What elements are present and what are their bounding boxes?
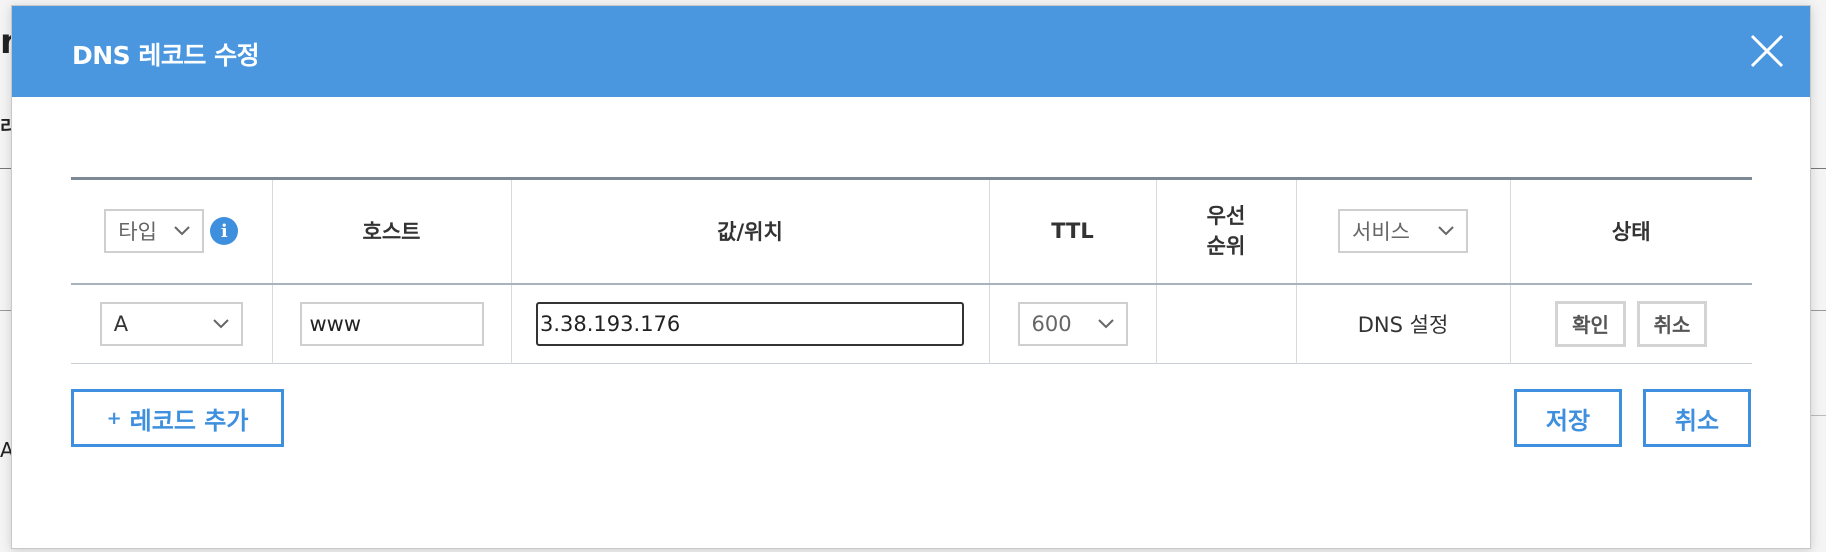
row-confirm-button[interactable]: 확인 — [1555, 300, 1626, 347]
value-input-value: 3.38.193.176 — [540, 311, 681, 336]
dialog-title: DNS 레코드 수정 — [72, 41, 260, 70]
header-priority: 우선 순위 — [1156, 178, 1297, 284]
ttl-select[interactable]: 600 — [1017, 301, 1128, 346]
close-icon — [1750, 34, 1784, 68]
chevron-down-icon — [1097, 319, 1114, 329]
host-input[interactable]: www — [299, 301, 484, 346]
cell-priority — [1156, 283, 1297, 364]
header-ttl: TTL — [989, 178, 1157, 284]
service-filter-label: 서비스 — [1352, 220, 1410, 245]
chevron-down-icon — [174, 226, 190, 236]
cell-service: DNS 설정 — [1296, 283, 1511, 364]
cell-ttl: 600 — [989, 283, 1157, 364]
ttl-value: 600 — [1031, 311, 1072, 336]
type-filter-select[interactable]: 타입 — [104, 209, 205, 254]
dns-record-edit-dialog: DNS 레코드 수정 타입 i 호스트 값/위치 TTL 우선 순위 서비스 상… — [11, 5, 1811, 549]
cancel-button[interactable]: 취소 — [1643, 389, 1751, 447]
dns-record-table: 타입 i 호스트 값/위치 TTL 우선 순위 서비스 상태 A www 3.3… — [71, 177, 1752, 364]
record-type-value: A — [113, 311, 129, 336]
cell-value: 3.38.193.176 — [511, 283, 990, 364]
header-host: 호스트 — [272, 178, 512, 284]
table-header-row: 타입 i 호스트 값/위치 TTL 우선 순위 서비스 상태 — [71, 178, 1752, 284]
dns-record-table-wrap: 타입 i 호스트 값/위치 TTL 우선 순위 서비스 상태 A www 3.3… — [71, 177, 1752, 364]
row-cancel-button[interactable]: 취소 — [1636, 300, 1708, 347]
add-record-label: 레코드 추가 — [129, 406, 249, 435]
save-button[interactable]: 저장 — [1514, 389, 1622, 447]
header-value: 값/위치 — [511, 178, 990, 284]
dialog-header: DNS 레코드 수정 — [12, 6, 1810, 97]
header-type: 타입 i — [71, 178, 273, 284]
info-icon[interactable]: i — [210, 217, 239, 246]
plus-icon: + — [106, 407, 122, 429]
value-input[interactable]: 3.38.193.176 — [536, 301, 964, 346]
service-filter-select[interactable]: 서비스 — [1338, 209, 1468, 254]
type-filter-label: 타입 — [118, 220, 157, 245]
close-button[interactable] — [1744, 28, 1790, 74]
add-record-button[interactable]: + 레코드 추가 — [71, 389, 284, 447]
chevron-down-icon — [213, 319, 229, 329]
host-input-value: www — [309, 311, 362, 336]
record-type-select[interactable]: A — [99, 301, 243, 346]
header-service: 서비스 — [1296, 178, 1511, 284]
cell-status: 확인 취소 — [1510, 284, 1752, 364]
cell-host: www — [272, 283, 512, 364]
chevron-down-icon — [1438, 226, 1454, 236]
cell-type: A — [71, 283, 273, 364]
header-status: 상태 — [1611, 220, 1651, 245]
table-row: A www 3.38.193.176 600 DNS 설정 확인 취소 — [71, 283, 1752, 364]
